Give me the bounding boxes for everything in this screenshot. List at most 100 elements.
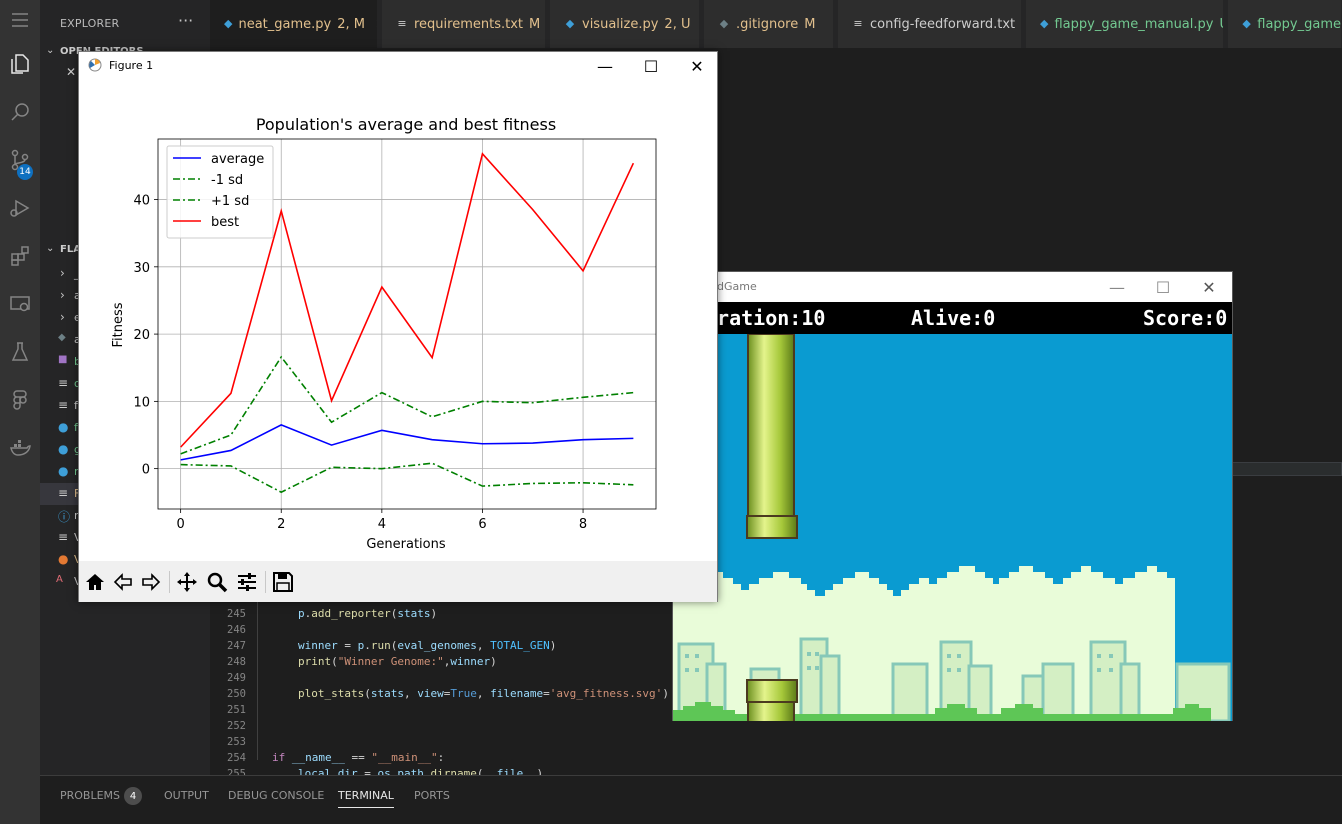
tab-status: 2, U: [664, 16, 691, 32]
close-icon[interactable]: ✕: [66, 65, 76, 79]
text-file-icon: ≡: [853, 17, 863, 30]
close-icon[interactable]: ✕: [375, 15, 377, 33]
y-axis-label: Fitness: [111, 302, 126, 347]
tab-status: M: [529, 16, 541, 32]
maximize-button[interactable]: ☐: [1140, 272, 1186, 302]
zoom-icon[interactable]: [206, 571, 228, 593]
panel-tab-ports[interactable]: PORTS: [414, 789, 450, 802]
close-button[interactable]: ✕: [674, 52, 720, 80]
panel-tab-terminal[interactable]: TERMINAL: [338, 789, 394, 808]
python-icon: ◆: [1242, 17, 1251, 30]
figure-window-title: Figure 1: [109, 59, 154, 72]
configure-icon[interactable]: [236, 571, 258, 593]
tab-label: config-feedforward.txt: [870, 16, 1016, 32]
code-line: winner = p.run(eval_genomes, TOTAL_GEN): [298, 639, 557, 652]
python-icon: ◆: [1040, 17, 1049, 30]
scm-badge: 14: [17, 164, 33, 180]
pan-icon[interactable]: [176, 571, 198, 593]
figure-toolbar: [79, 561, 717, 602]
close-button[interactable]: ✕: [1186, 272, 1232, 302]
figma-icon[interactable]: [0, 380, 40, 420]
generation-counter: eration:10: [705, 306, 826, 330]
tab-label: flappy_game: [1257, 16, 1341, 32]
y-axis-ticks: 0 10 20 30 40: [133, 194, 158, 478]
figure-window[interactable]: Figure 1 — ☐ ✕ 0 2 4 6 8 0 10 20 30 40 Populatio…: [78, 51, 718, 602]
code-line: if __name__ == "__main__":: [272, 751, 445, 764]
code-line: p.add_reporter(stats): [298, 607, 438, 620]
tab-status: 2, M: [337, 16, 365, 32]
run-debug-icon[interactable]: [0, 188, 40, 228]
game-window-title: dGame: [717, 280, 757, 293]
game-window[interactable]: dGame — ☐ ✕ eration:10 Alive:0 Score:0: [672, 271, 1233, 721]
chart-legend: average -1 sd +1 sd best: [166, 145, 274, 239]
home-icon[interactable]: [84, 571, 106, 593]
tab-neat-game[interactable]: ◆ neat_game.py 2, M ✕: [210, 0, 378, 48]
minimize-button[interactable]: —: [582, 52, 628, 80]
tab-label: visualize.py: [582, 16, 659, 32]
back-icon[interactable]: [112, 571, 134, 593]
tab-requirements[interactable]: ≡ requirements.txt M: [382, 0, 546, 48]
indent-guide: [257, 600, 258, 760]
activity-bar: 14: [0, 0, 40, 824]
tab-flappy-manual[interactable]: ◆ flappy_game_manual.py U: [1026, 0, 1224, 48]
python-icon: ◆: [224, 17, 233, 30]
toolbar-separator: [265, 571, 266, 593]
extensions-icon[interactable]: [0, 236, 40, 276]
series-line-1-sd: [180, 462, 634, 494]
panel-tab-problems[interactable]: PROBLEMS: [60, 789, 120, 802]
line-number: 252: [227, 720, 246, 732]
series-line-1-sd: [180, 355, 634, 455]
toolbar-separator: [169, 571, 170, 593]
legend-label: average: [211, 152, 264, 167]
explorer-title: EXPLORER: [60, 17, 120, 30]
x-tick-label: 4: [378, 517, 386, 532]
menu-icon[interactable]: [0, 0, 40, 40]
tab-label: .gitignore: [736, 16, 799, 32]
line-number: 254: [227, 752, 246, 764]
tab-visualize[interactable]: ◆ visualize.py 2, U: [550, 0, 700, 48]
editor-highlight: [1232, 462, 1342, 476]
code-line: plot_stats(stats, view=True, filename='a…: [298, 687, 669, 700]
legend-label: +1 sd: [211, 194, 249, 209]
line-number: 247: [227, 640, 246, 652]
panel-tab-debug-console[interactable]: DEBUG CONSOLE: [228, 789, 324, 802]
problems-count-badge: 4: [124, 787, 142, 805]
tab-status: M: [804, 16, 816, 32]
line-number: 253: [227, 736, 246, 748]
x-axis-ticks: 0 2 4 6 8: [176, 509, 587, 532]
docker-icon[interactable]: [0, 428, 40, 468]
editor-tabs: ◆ neat_game.py 2, M ✕ ≡ requirements.txt…: [210, 0, 1342, 48]
git-icon: ◆: [719, 17, 729, 30]
maximize-button[interactable]: ☐: [628, 52, 674, 80]
y-tick-label: 30: [133, 261, 150, 276]
search-icon[interactable]: [0, 92, 40, 132]
game-background: [673, 334, 1232, 721]
more-actions-icon[interactable]: ···: [178, 11, 193, 30]
game-scene: [673, 334, 1232, 721]
tab-config[interactable]: ≡ config-feedforward.txt: [838, 0, 1022, 48]
chart-title: Population's average and best fitness: [256, 115, 556, 134]
tab-flappy-game[interactable]: ◆ flappy_game: [1228, 0, 1342, 48]
explorer-icon[interactable]: [0, 44, 40, 84]
game-titlebar[interactable]: dGame — ☐ ✕: [673, 272, 1232, 302]
alive-counter: Alive:0: [911, 306, 996, 330]
tab-status: U: [1219, 17, 1223, 32]
line-number: 246: [227, 624, 246, 636]
remote-explorer-icon[interactable]: [0, 284, 40, 324]
tab-gitignore[interactable]: ◆ .gitignore M: [704, 0, 834, 48]
x-tick-label: 8: [579, 517, 587, 532]
line-number: 250: [227, 688, 246, 700]
minimize-button[interactable]: —: [1094, 272, 1140, 302]
tab-label: flappy_game_manual.py: [1054, 16, 1214, 32]
python-icon: ◆: [565, 17, 575, 30]
panel-tab-output[interactable]: OUTPUT: [164, 789, 209, 802]
y-tick-label: 20: [133, 328, 150, 343]
forward-icon[interactable]: [140, 571, 162, 593]
y-tick-label: 0: [142, 463, 150, 478]
testing-icon[interactable]: [0, 332, 40, 372]
line-number: 248: [227, 656, 246, 668]
save-icon[interactable]: [272, 571, 294, 593]
x-tick-label: 0: [176, 517, 184, 532]
line-number: 245: [227, 608, 246, 620]
fitness-chart: 0 2 4 6 8 0 10 20 30 40 Population's average and…: [111, 115, 657, 552]
